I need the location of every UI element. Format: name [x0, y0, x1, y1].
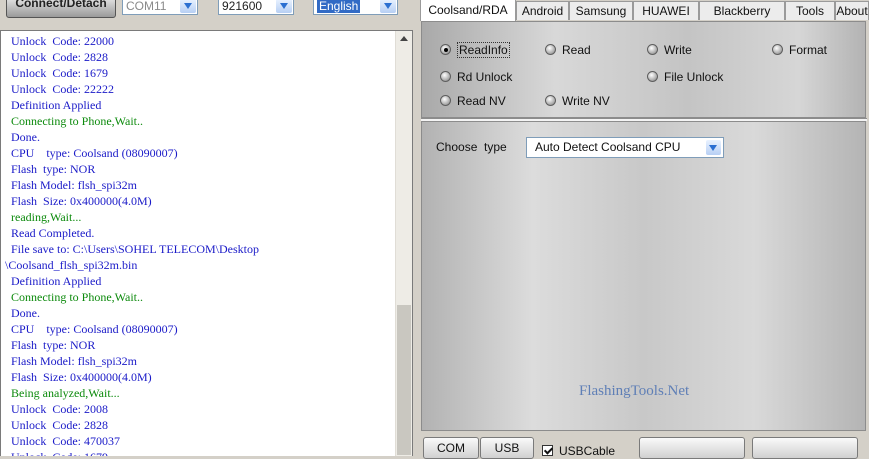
radio-icon: [647, 44, 658, 55]
radio-read-nv[interactable]: Read NV: [440, 93, 506, 109]
log-line: Unlock Code: 2008: [5, 402, 108, 416]
log-line: Flash type: NOR: [5, 338, 96, 352]
dropdown-arrow-icon[interactable]: [380, 0, 396, 13]
log-line: Unlock Code: 1679: [5, 449, 394, 456]
log-line: Definition Applied: [5, 98, 102, 112]
log-lines: Unlock Code: 22000 Unlock Code: 2828 Unl…: [5, 33, 394, 456]
log-line: Definition Applied: [5, 274, 102, 288]
log-scrollbar[interactable]: [395, 31, 412, 456]
log-line: reading,Wait...: [5, 210, 82, 224]
log-line: Flash Size: 0x400000(4.0M): [5, 370, 152, 384]
radio-rd-unlock[interactable]: Rd Unlock: [440, 69, 512, 85]
radio-icon: [440, 71, 451, 82]
radio-file-unlock[interactable]: File Unlock: [647, 69, 723, 85]
log-line: Connecting to Phone,Wait..: [5, 290, 144, 304]
log-line: Flash Model: flsh_spi32m: [5, 178, 138, 192]
log-line: Unlock Code: 470037: [5, 434, 120, 448]
choose-type-label: Choose type: [436, 140, 507, 154]
radio-icon: [440, 95, 451, 106]
dropdown-arrow-icon[interactable]: [706, 140, 721, 155]
log-line: Unlock Code: 2828: [5, 50, 108, 64]
radio-label: File Unlock: [664, 70, 724, 84]
radio-label: Read: [562, 43, 591, 57]
log-line: \Coolsand_flsh_spi32m.bin: [5, 258, 138, 272]
log-output[interactable]: Unlock Code: 22000 Unlock Code: 2828 Unl…: [0, 30, 413, 456]
radio-icon: [647, 71, 658, 82]
tab-bar: Coolsand/RDA Android Samsung HUAWEI Blac…: [420, 0, 869, 21]
log-line: Flash type: NOR: [5, 162, 96, 176]
top-toolbar: Connect/Detach COM11 921600 English: [0, 0, 420, 20]
tab-tools[interactable]: Tools: [785, 1, 835, 20]
connect-button[interactable]: Connect/Detach: [6, 0, 116, 18]
log-line: Flash Size: 0x400000(4.0M): [5, 194, 152, 208]
dropdown-arrow-icon[interactable]: [180, 0, 196, 13]
log-line: File save to: C:\Users\SOHEL TELECOM\Des…: [5, 242, 259, 256]
log-line: Unlock Code: 22222: [5, 82, 114, 96]
log-line: Unlock Code: 1679: [5, 66, 108, 80]
log-line: Flash Model: flsh_spi32m: [5, 354, 138, 368]
tab-huawei[interactable]: HUAWEI: [633, 1, 699, 20]
tab-samsung[interactable]: Samsung: [569, 1, 633, 20]
log-line: Read Completed.: [5, 226, 95, 240]
radio-icon: [772, 44, 783, 55]
radio-write[interactable]: Write: [647, 42, 692, 58]
log-line: Done.: [5, 130, 40, 144]
log-line: Being analyzed,Wait...: [5, 386, 120, 400]
baud-value: 921600: [222, 0, 263, 13]
log-line: Done.: [5, 306, 40, 320]
radio-selected-icon: [440, 44, 451, 55]
cpu-type-select[interactable]: Auto Detect Coolsand CPU: [526, 137, 724, 158]
tab-blackberry[interactable]: Blackberry: [699, 1, 785, 20]
radio-label: Write: [664, 43, 692, 57]
log-line: Unlock Code: 22000: [5, 34, 114, 48]
baud-select[interactable]: 921600: [218, 0, 294, 15]
tab-about[interactable]: About: [835, 1, 869, 20]
radio-icon: [545, 44, 556, 55]
radio-label: Read NV: [457, 94, 506, 108]
radio-icon: [545, 95, 556, 106]
log-line: CPU type: Coolsand (08090007): [5, 146, 178, 160]
language-select[interactable]: English: [313, 0, 398, 15]
tab-android[interactable]: Android: [516, 1, 569, 20]
radio-label: Write NV: [562, 94, 610, 108]
port-select[interactable]: COM11: [122, 0, 198, 15]
port-value: COM11: [126, 0, 167, 13]
scroll-thumb[interactable]: [397, 305, 411, 455]
watermark: FlashingTools.Net: [579, 383, 690, 399]
dropdown-arrow-icon[interactable]: [276, 0, 292, 13]
checkbox-checked-icon[interactable]: [542, 445, 553, 456]
log-line: Unlock Code: 2828: [5, 418, 108, 432]
radio-write-nv[interactable]: Write NV: [545, 93, 610, 109]
tab-coolsand-rda[interactable]: Coolsand/RDA: [420, 0, 516, 21]
log-line: Connecting to Phone,Wait..: [5, 114, 144, 128]
radio-label: Rd Unlock: [457, 70, 513, 84]
radio-readinfo[interactable]: ReadInfo: [440, 42, 510, 58]
cpu-type-value: Auto Detect Coolsand CPU: [535, 140, 681, 154]
radio-format[interactable]: Format: [772, 42, 827, 58]
radio-label: Format: [789, 43, 828, 57]
radio-read[interactable]: Read: [545, 42, 591, 58]
scroll-up-icon[interactable]: [396, 31, 412, 47]
log-line: CPU type: Coolsand (08090007): [5, 322, 178, 336]
language-value: English: [317, 0, 361, 13]
radio-label: ReadInfo: [457, 42, 510, 58]
